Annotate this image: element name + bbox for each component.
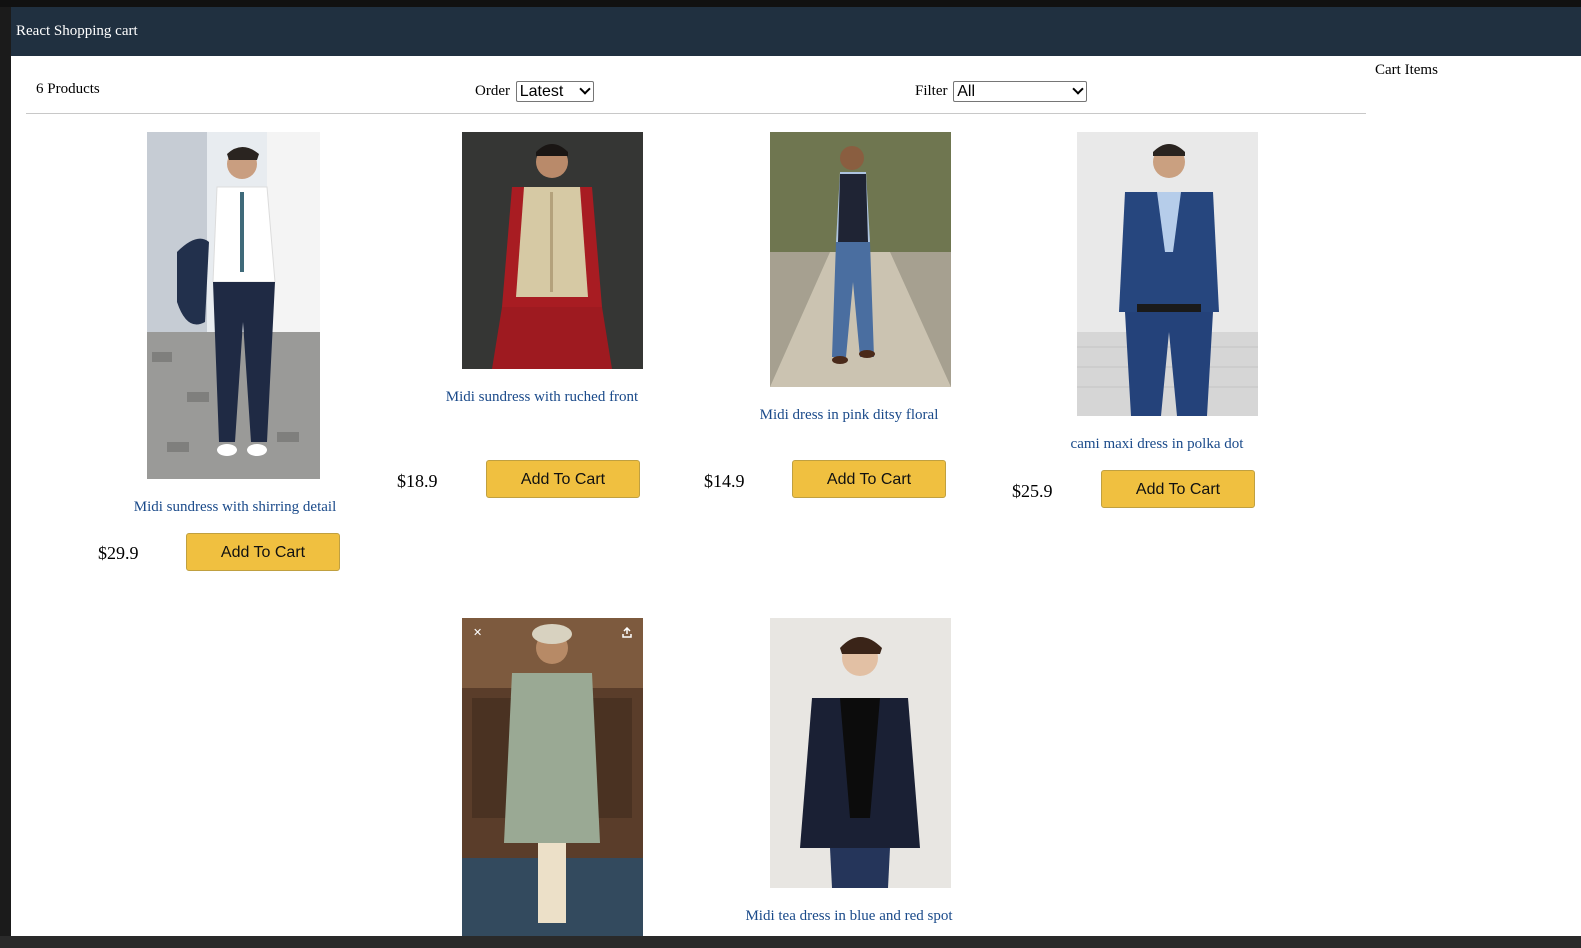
product-image[interactable] [462, 618, 643, 936]
product-title[interactable]: Midi tea dress in blue and red spot [704, 908, 994, 925]
product-price: $14.9 [704, 471, 745, 491]
product-title[interactable]: Midi sundress with shirring detail [90, 499, 380, 516]
share-icon[interactable] [622, 627, 632, 638]
app-header: React Shopping cart [11, 7, 1581, 56]
product-image[interactable] [462, 132, 643, 369]
window-bottom-strip [0, 936, 1581, 948]
close-icon[interactable]: ✕ [473, 626, 482, 639]
filter-control: Filter All [915, 81, 1088, 102]
order-select[interactable]: Latest [515, 81, 594, 102]
product-card: Midi dress in pink ditsy floral $14.9 Ad… [704, 132, 994, 532]
product-image[interactable] [770, 618, 951, 888]
product-card: ✕ [397, 618, 687, 936]
filter-select[interactable]: All [953, 81, 1088, 102]
filter-bar: 6 Products Order Latest Filter All [26, 56, 1366, 114]
add-to-cart-button[interactable]: Add To Cart [486, 460, 640, 498]
cart-title: Cart Items [1375, 62, 1438, 78]
product-title[interactable]: cami maxi dress in polka dot [1012, 436, 1302, 453]
product-title[interactable]: Midi dress in pink ditsy floral [704, 407, 994, 424]
cart-sidebar: Cart Items [1366, 56, 1581, 936]
order-control: Order Latest [475, 81, 594, 102]
product-card: Midi sundress with ruched front $18.9 Ad… [397, 132, 687, 532]
product-title[interactable]: Midi sundress with ruched front [397, 389, 687, 406]
product-price: $29.9 [98, 543, 139, 563]
app: React Shopping cart 6 Products Order Lat… [11, 7, 1581, 936]
filter-select-value: All [957, 83, 976, 100]
chevron-down-icon [1072, 83, 1084, 95]
product-image[interactable] [1077, 132, 1258, 416]
product-price: $18.9 [397, 471, 438, 491]
add-to-cart-button[interactable]: Add To Cart [1101, 470, 1255, 508]
window-left-edge [0, 7, 11, 936]
product-card: cami maxi dress in polka dot $25.9 Add T… [1012, 132, 1302, 532]
order-select-value: Latest [519, 83, 564, 100]
window-top-strip [0, 0, 1581, 7]
filter-label: Filter [915, 82, 948, 99]
products-main: 6 Products Order Latest Filter All Midi … [26, 56, 1366, 936]
product-image[interactable] [770, 132, 951, 387]
product-card: Midi sundress with shirring detail $29.9… [90, 132, 380, 602]
add-to-cart-button[interactable]: Add To Cart [792, 460, 946, 498]
product-image[interactable] [147, 132, 320, 479]
add-to-cart-button[interactable]: Add To Cart [186, 533, 340, 571]
chevron-down-icon [579, 83, 591, 95]
product-card: Midi tea dress in blue and red spot [704, 618, 994, 936]
product-count: 6 Products [36, 81, 100, 97]
app-title[interactable]: React Shopping cart [16, 7, 138, 56]
order-label: Order [475, 82, 510, 99]
product-price: $25.9 [1012, 481, 1053, 501]
